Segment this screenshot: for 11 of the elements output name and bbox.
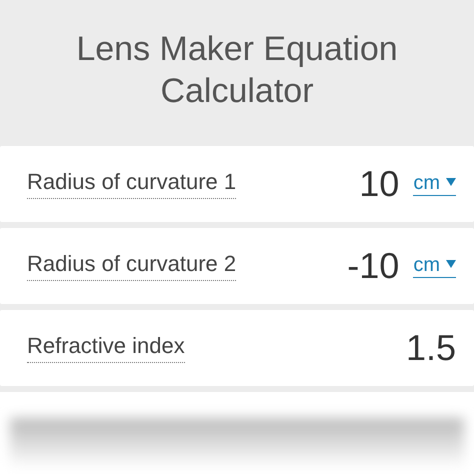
field-label: Refractive index [27, 333, 185, 363]
field-value[interactable]: 1.5 [406, 327, 456, 369]
caret-icon [446, 178, 456, 186]
field-value[interactable]: 10 [359, 163, 400, 205]
field-label: Radius of curvature 1 [27, 169, 236, 199]
field-value[interactable]: -10 [347, 245, 400, 287]
unit-dropdown[interactable]: cm [413, 254, 456, 278]
calculator-title: Lens Maker Equation Calculator [75, 29, 399, 112]
field-label: Radius of curvature 2 [27, 251, 236, 281]
caret-icon [446, 260, 456, 268]
unit-dropdown[interactable]: cm [413, 172, 456, 196]
